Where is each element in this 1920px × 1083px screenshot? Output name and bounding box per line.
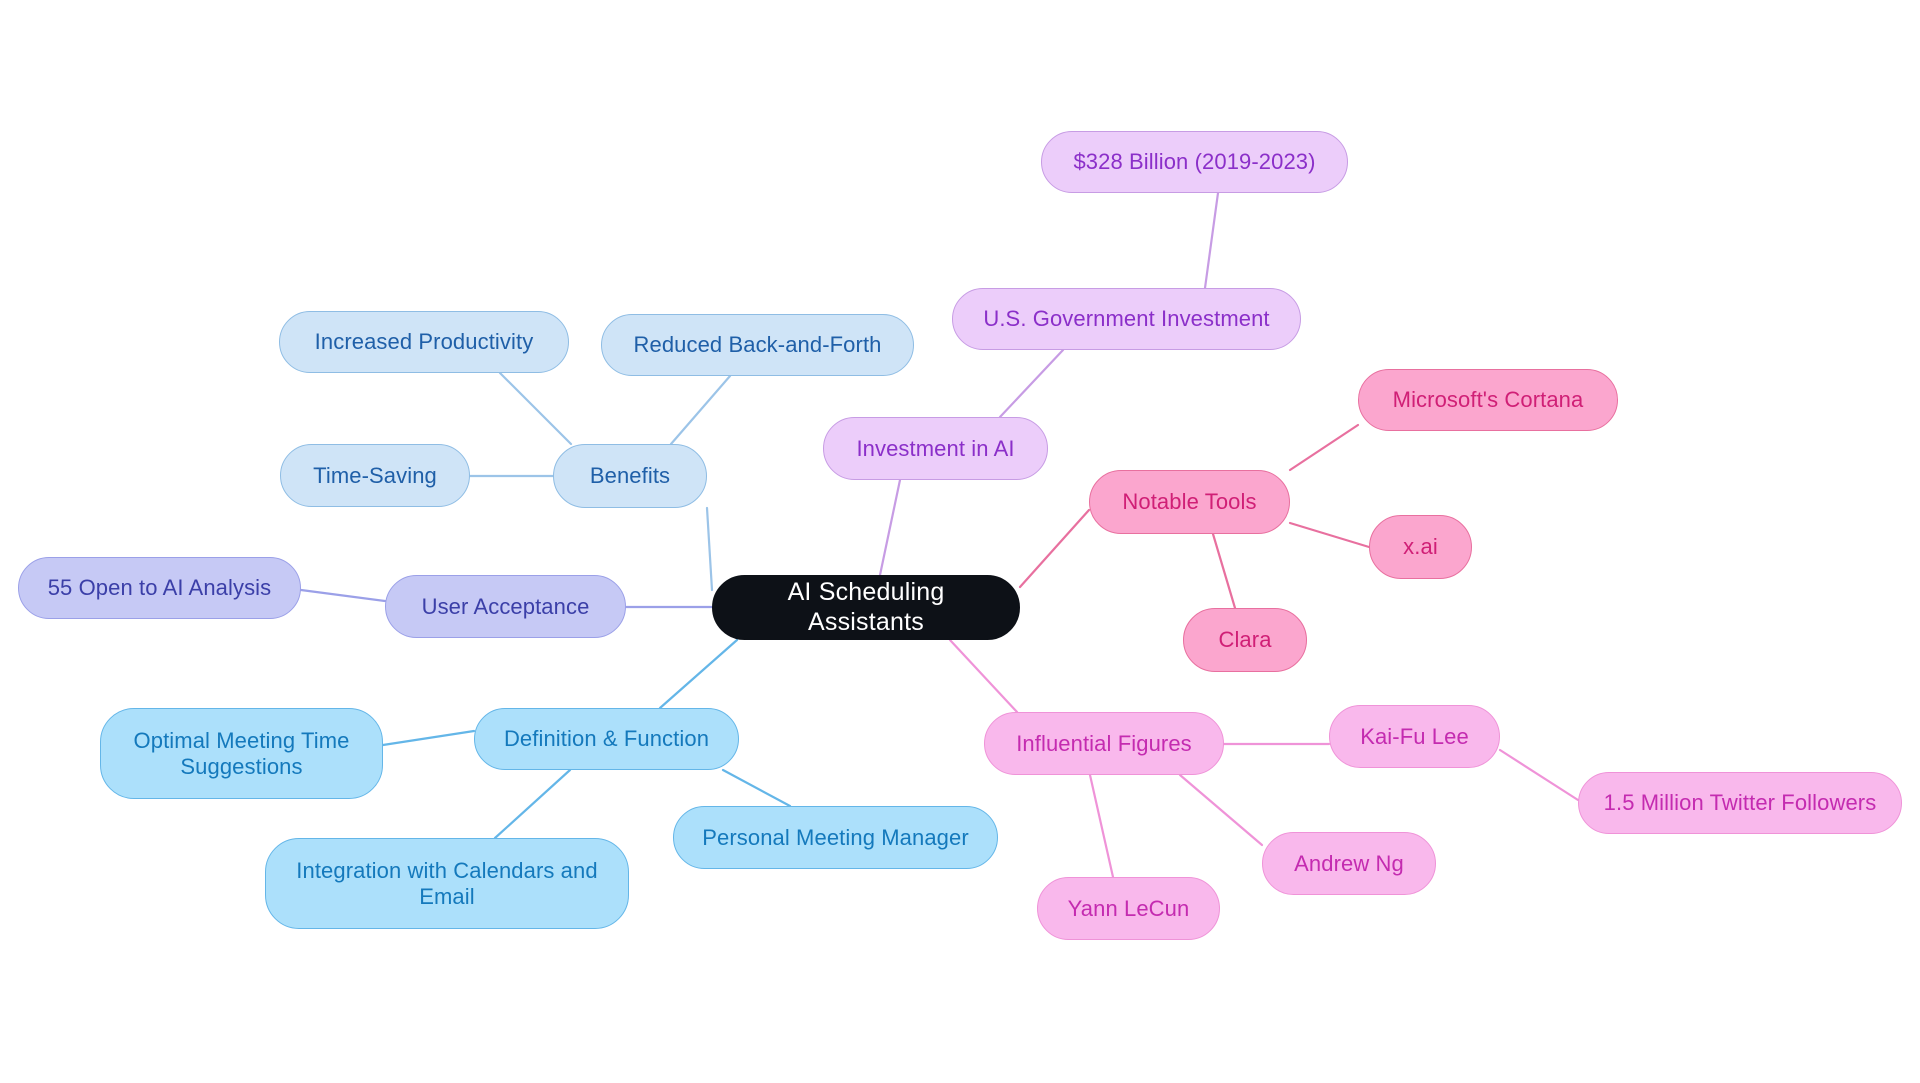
mindmap-node-increased-productivity[interactable]: Increased Productivity (279, 311, 569, 373)
mindmap-node-x-ai[interactable]: x.ai (1369, 515, 1472, 579)
mindmap-node-notable-tools[interactable]: Notable Tools (1089, 470, 1290, 534)
mindmap-node-label-investment-in-ai: Investment in AI (856, 435, 1015, 461)
edge-benefits-to-reduced-back-and-forth (669, 374, 732, 446)
mindmap-node-label-benefits: Benefits (589, 463, 671, 489)
mindmap-node-label-yann-lecun: Yann LeCun (1067, 895, 1190, 921)
edge-root-to-notable-tools (1018, 508, 1091, 589)
mindmap-node-definition-function[interactable]: Definition & Function (474, 708, 739, 770)
mindmap-node-label-kai-fu-lee: Kai-Fu Lee (1360, 723, 1469, 749)
mindmap-node-clara[interactable]: Clara (1183, 608, 1307, 672)
mindmap-node-integration-with-calendars-and-email[interactable]: Integration with Calendars and Email (265, 838, 629, 929)
edge-root-to-benefits (705, 506, 714, 592)
edge-investment-in-ai-to-us-government-investment (998, 348, 1065, 419)
edge-definition-function-to-optimal-meeting-time-suggestions (381, 729, 476, 747)
mindmap-node-label-55-open-to-ai-analysis: 55 Open to AI Analysis (47, 575, 272, 601)
mindmap-node-label-reduced-back-and-forth: Reduced Back-and-Forth (633, 332, 882, 358)
mindmap-node-label-clara: Clara (1218, 627, 1272, 653)
mindmap-node-user-acceptance[interactable]: User Acceptance (385, 575, 626, 638)
mindmap-node-investment-in-ai[interactable]: Investment in AI (823, 417, 1048, 480)
edge-notable-tools-to-x-ai (1288, 521, 1371, 549)
mindmap-node-label-increased-productivity: Increased Productivity (314, 329, 534, 355)
mindmap-node-label-notable-tools: Notable Tools (1122, 489, 1257, 515)
mindmap-node-label-us-government-investment: U.S. Government Investment (983, 306, 1270, 332)
edge-root-to-investment-in-ai (878, 478, 902, 577)
mindmap-node-yann-lecun[interactable]: Yann LeCun (1037, 877, 1220, 940)
mindmap-node-influential-figures[interactable]: Influential Figures (984, 712, 1224, 775)
mindmap-node-label-x-ai: x.ai (1403, 534, 1438, 560)
edge-kai-fu-lee-to-15-million-twitter-followers (1498, 748, 1580, 802)
mindmap-node-reduced-back-and-forth[interactable]: Reduced Back-and-Forth (601, 314, 914, 376)
mindmap-node-label-root: AI Scheduling Assistants (787, 578, 945, 636)
mindmap-node-label-optimal-meeting-time-suggestions: Optimal Meeting Time Suggestions (133, 727, 350, 779)
mindmap-node-microsofts-cortana[interactable]: Microsoft's Cortana (1358, 369, 1618, 431)
mindmap-node-label-microsofts-cortana: Microsoft's Cortana (1392, 387, 1584, 413)
mindmap-node-label-328-billion: $328 Billion (2019-2023) (1073, 149, 1316, 175)
edge-influential-figures-to-yann-lecun (1088, 773, 1115, 879)
mindmap-node-benefits[interactable]: Benefits (553, 444, 707, 508)
mindmap-node-kai-fu-lee[interactable]: Kai-Fu Lee (1329, 705, 1500, 768)
mindmap-node-personal-meeting-manager[interactable]: Personal Meeting Manager (673, 806, 998, 869)
edge-benefits-to-increased-productivity (498, 371, 573, 446)
edge-root-to-definition-function (658, 638, 739, 710)
mindmap-node-label-integration-with-calendars-and-email: Integration with Calendars and Email (296, 857, 598, 909)
edge-user-acceptance-to-55-open-to-ai-analysis (299, 588, 387, 603)
mindmap-node-label-user-acceptance: User Acceptance (421, 593, 590, 619)
edge-definition-function-to-integration-with-calendars-and-email (493, 768, 572, 840)
edge-definition-function-to-personal-meeting-manager (721, 768, 792, 808)
mindmap-node-time-saving[interactable]: Time-Saving (280, 444, 470, 507)
edge-us-government-investment-to-328-billion (1203, 191, 1220, 290)
edge-notable-tools-to-clara (1211, 532, 1237, 610)
mindmap-node-us-government-investment[interactable]: U.S. Government Investment (952, 288, 1301, 350)
mindmap-node-15-million-twitter-followers[interactable]: 1.5 Million Twitter Followers (1578, 772, 1902, 834)
mindmap-node-optimal-meeting-time-suggestions[interactable]: Optimal Meeting Time Suggestions (100, 708, 383, 799)
mindmap-node-328-billion[interactable]: $328 Billion (2019-2023) (1041, 131, 1348, 193)
mindmap-node-label-time-saving: Time-Saving (313, 462, 437, 488)
mindmap-node-label-personal-meeting-manager: Personal Meeting Manager (702, 824, 969, 850)
mindmap-node-andrew-ng[interactable]: Andrew Ng (1262, 832, 1436, 895)
mindmap-node-label-andrew-ng: Andrew Ng (1294, 850, 1404, 876)
mindmap-canvas: AI Scheduling Assistants Benefits Increase… (0, 0, 1920, 1083)
edge-influential-figures-to-andrew-ng (1178, 773, 1264, 847)
mindmap-node-label-15-million-twitter-followers: 1.5 Million Twitter Followers (1603, 790, 1877, 816)
mindmap-node-root[interactable]: AI Scheduling Assistants (712, 575, 1020, 640)
mindmap-node-label-definition-function: Definition & Function (503, 726, 710, 752)
edge-notable-tools-to-microsofts-cortana (1288, 423, 1360, 472)
mindmap-node-55-open-to-ai-analysis[interactable]: 55 Open to AI Analysis (18, 557, 301, 619)
mindmap-node-label-influential-figures: Influential Figures (1016, 730, 1192, 756)
edge-root-to-influential-figures (948, 638, 1019, 714)
